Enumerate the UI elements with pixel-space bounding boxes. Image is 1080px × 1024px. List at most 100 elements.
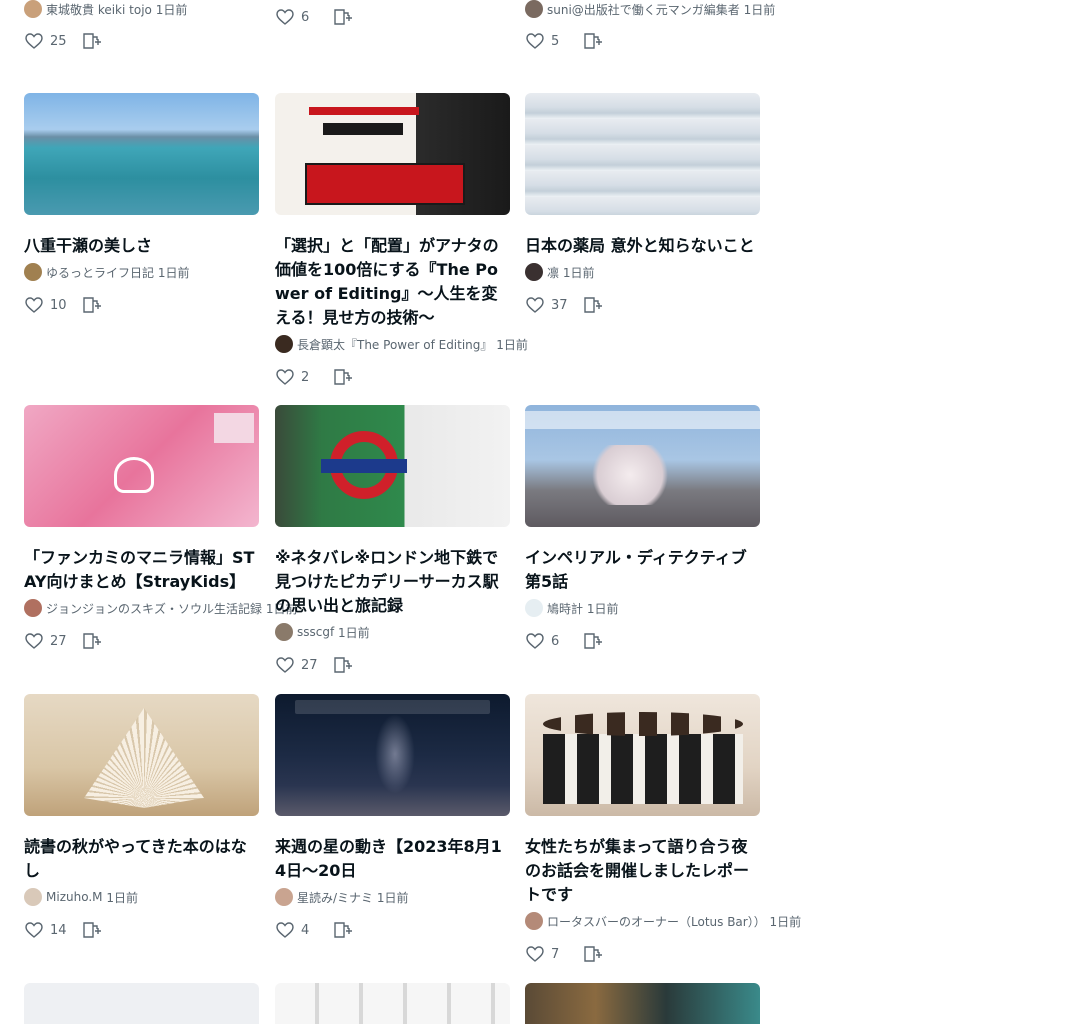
article-meta: 鳩時計 1日前 (525, 599, 760, 617)
heart-outline-icon[interactable] (275, 921, 295, 939)
post-time: 1日前 (586, 601, 619, 616)
article-title[interactable]: 八重干瀬の美しさ (24, 234, 259, 258)
article-title[interactable]: 来週の星の動き【2023年8月14日〜20日 (275, 835, 510, 883)
magazine-add-icon[interactable] (82, 921, 102, 939)
avatar[interactable] (275, 335, 293, 353)
article-actions: 27 (275, 656, 510, 674)
article-thumbnail[interactable] (275, 405, 510, 527)
magazine-add-icon[interactable] (583, 32, 603, 50)
author-name[interactable]: ゆるっとライフ日記 (46, 264, 154, 281)
post-time: 1日前 (157, 265, 190, 280)
author-name[interactable]: ジョンジョンのスキズ・ソウル生活記録 (46, 600, 262, 617)
article-card[interactable]: 読書の秋がやってきた本のはなし Mizuho.M 1日前 14 (24, 694, 259, 939)
article-actions: 6 (525, 632, 760, 650)
author-name[interactable]: 長倉顕太『The Power of Editing』 (297, 336, 492, 353)
author-name[interactable]: 星読み/ミナミ (297, 889, 373, 906)
article-meta: ロータスバーのオーナー（Lotus Bar）） 1日前 (525, 912, 801, 930)
article-card[interactable]: 女性たちが集まって語り合う夜のお話会を開催しましたレポートです ロータスバーのオ… (525, 694, 801, 963)
article-actions: 14 (24, 921, 259, 939)
author-name[interactable]: ssscgf (297, 625, 334, 639)
magazine-add-icon[interactable] (82, 32, 102, 50)
heart-outline-icon[interactable] (24, 32, 44, 50)
article-thumbnail[interactable] (24, 694, 259, 816)
article-thumbnail[interactable] (525, 694, 760, 816)
avatar[interactable] (525, 0, 543, 18)
like-count: 4 (301, 922, 310, 938)
article-title[interactable]: 女性たちが集まって語り合う夜のお話会を開催しましたレポートです (525, 835, 760, 907)
avatar[interactable] (24, 599, 42, 617)
avatar[interactable] (525, 912, 543, 930)
magazine-add-icon[interactable] (583, 632, 603, 650)
article-thumbnail[interactable] (275, 694, 510, 816)
author-name[interactable]: ロータスバーのオーナー（Lotus Bar）） (547, 913, 766, 930)
article-thumbnail[interactable] (24, 93, 259, 215)
heart-outline-icon[interactable] (275, 656, 295, 674)
heart-outline-icon[interactable] (275, 8, 295, 26)
heart-outline-icon[interactable] (24, 296, 44, 314)
post-time: 1日前 (562, 265, 595, 280)
author-name[interactable]: Mizuho.M (46, 890, 103, 904)
article-card[interactable]: 「ファンカミのマニラ情報」STAY向けまとめ【StrayKids】 ジョンジョン… (24, 405, 297, 650)
heart-outline-icon[interactable] (24, 921, 44, 939)
magazine-add-icon[interactable] (583, 296, 603, 314)
article-thumbnail[interactable] (275, 983, 510, 1024)
article-card[interactable]: 八重干瀬の美しさ ゆるっとライフ日記 1日前 10 (24, 93, 259, 314)
article-card[interactable]: 日本の薬局 意外と知らないこと 凛 1日前 37 (525, 93, 760, 314)
post-time: 1日前 (743, 2, 776, 17)
magazine-add-icon[interactable] (82, 296, 102, 314)
top-actions-2: 5 (525, 32, 603, 50)
article-card[interactable]: 来週の星の動き【2023年8月14日〜20日 星読み/ミナミ 1日前 4 (275, 694, 510, 939)
like-count: 10 (50, 297, 67, 313)
avatar[interactable] (275, 888, 293, 906)
article-actions: 37 (525, 296, 760, 314)
post-time: 1日前 (106, 890, 138, 905)
article-title[interactable]: 日本の薬局 意外と知らないこと (525, 234, 760, 258)
heart-outline-icon[interactable] (525, 296, 545, 314)
article-meta: Mizuho.M 1日前 (24, 888, 259, 906)
article-title[interactable]: ※ネタバレ※ロンドン地下鉄で見つけたピカデリーサーカス駅の思い出と旅記録 (275, 546, 510, 618)
magazine-add-icon[interactable] (583, 945, 603, 963)
avatar[interactable] (525, 599, 543, 617)
article-thumbnail[interactable] (275, 93, 510, 215)
magazine-add-icon[interactable] (333, 656, 353, 674)
article-actions: 2 (275, 368, 510, 386)
like-count: 37 (551, 297, 568, 313)
author-name[interactable]: 鳩時計 (547, 600, 583, 617)
article-thumbnail[interactable] (24, 983, 259, 1024)
article-thumbnail[interactable] (525, 983, 760, 1024)
post-time: 1日前 (155, 2, 188, 17)
article-thumbnail[interactable] (525, 93, 760, 215)
heart-outline-icon[interactable] (24, 632, 44, 650)
top-actions-0: 25 (24, 32, 102, 50)
post-time: 1日前 (338, 625, 370, 640)
like-count: 5 (551, 33, 560, 49)
article-title[interactable]: インペリアル・ディテクティブ 第5話 (525, 546, 763, 594)
article-title[interactable]: 「ファンカミのマニラ情報」STAY向けまとめ【StrayKids】 (24, 546, 259, 594)
article-title[interactable]: 読書の秋がやってきた本のはなし (24, 835, 259, 883)
heart-outline-icon[interactable] (525, 945, 545, 963)
author-name[interactable]: suni@出版社で働く元マンガ編集者 (547, 1, 740, 18)
avatar[interactable] (275, 623, 293, 641)
magazine-add-icon[interactable] (333, 368, 353, 386)
article-thumbnail[interactable] (525, 405, 760, 527)
avatar[interactable] (525, 263, 543, 281)
magazine-add-icon[interactable] (333, 8, 353, 26)
heart-outline-icon[interactable] (525, 32, 545, 50)
like-count: 27 (50, 633, 67, 649)
article-thumbnail[interactable] (24, 405, 259, 527)
magazine-add-icon[interactable] (333, 921, 353, 939)
article-title[interactable]: 「選択」と「配置」がアナタの価値を100倍にする『The Power of Ed… (275, 234, 510, 330)
article-actions: 10 (24, 296, 259, 314)
magazine-add-icon[interactable] (82, 632, 102, 650)
heart-outline-icon[interactable] (275, 368, 295, 386)
author-name[interactable]: 凛 (547, 264, 559, 281)
article-card[interactable]: 「選択」と「配置」がアナタの価値を100倍にする『The Power of Ed… (275, 93, 528, 386)
avatar[interactable] (24, 0, 42, 18)
article-card[interactable]: ※ネタバレ※ロンドン地下鉄で見つけたピカデリーサーカス駅の思い出と旅記録 sss… (275, 405, 510, 674)
author-name[interactable]: 東城敬貴 keiki tojo (46, 1, 152, 18)
article-card[interactable]: インペリアル・ディテクティブ 第5話 鳩時計 1日前 6 (525, 405, 763, 650)
avatar[interactable] (24, 263, 42, 281)
post-time: 1日前 (496, 337, 528, 352)
heart-outline-icon[interactable] (525, 632, 545, 650)
avatar[interactable] (24, 888, 42, 906)
